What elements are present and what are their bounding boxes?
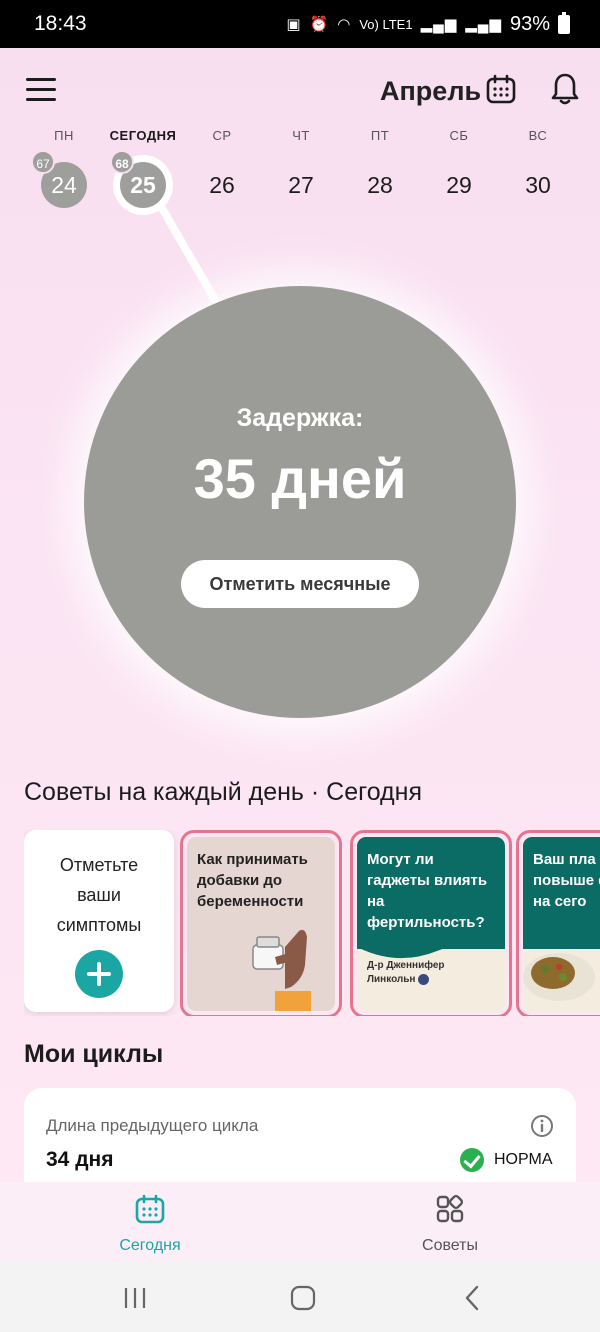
day-number: 25 68 xyxy=(110,150,166,208)
bottom-nav: Сегодня Советы xyxy=(0,1182,600,1262)
notification-icon: ▣ xyxy=(286,16,302,33)
day-sat[interactable]: СБ 29 xyxy=(419,128,499,208)
status-icons: ▣ ⏰ ◠ Vo) LTE1 ▂▄▆ ▂▄▆ 93% xyxy=(286,11,570,36)
wifi-icon: ◠ xyxy=(337,16,352,33)
day-sun[interactable]: ВС 30 xyxy=(498,128,578,208)
day-name: СЕГОДНЯ xyxy=(109,128,177,143)
nav-today[interactable]: Сегодня xyxy=(70,1194,230,1255)
day-number: 30 xyxy=(525,172,551,198)
calendar-icon[interactable] xyxy=(486,74,516,104)
check-icon xyxy=(460,1148,484,1172)
week-strip: ПН 24 67 СЕГОДНЯ 25 68 СР 26 ЧТ 27 ПТ 28… xyxy=(24,128,576,218)
day-mon[interactable]: ПН 24 67 xyxy=(24,128,104,208)
day-number: 28 xyxy=(367,172,393,198)
tip-story-card[interactable]: Могут ли гаджеты влиять на фертильность?… xyxy=(350,830,512,1016)
verified-icon xyxy=(418,973,430,985)
header: Апрель xyxy=(0,48,600,132)
story-title: Как принимать добавки до беременности xyxy=(197,851,308,910)
supplement-hand-illustration xyxy=(252,929,311,1011)
day-name: ВС xyxy=(528,128,548,143)
home-icon[interactable] xyxy=(288,1284,318,1312)
tip-story-card[interactable]: Ваш пла питания повыше фертил на сего xyxy=(516,830,600,1016)
battery-percent: 93% xyxy=(509,12,550,35)
log-period-button[interactable]: Отметить месячные xyxy=(181,560,419,608)
system-navigation xyxy=(0,1262,600,1332)
cycle-day-badge: 67 xyxy=(31,150,55,174)
nav-tips[interactable]: Советы xyxy=(370,1194,530,1255)
day-name: ЧТ xyxy=(292,128,310,143)
alarm-icon: ⏰ xyxy=(309,16,330,33)
day-name: СБ xyxy=(449,128,469,143)
day-number: 26 xyxy=(209,172,235,198)
back-icon[interactable] xyxy=(458,1284,488,1312)
food-illustration xyxy=(523,953,595,1001)
signal-icon-2: ▂▄▆ xyxy=(465,16,502,33)
recents-icon[interactable] xyxy=(120,1284,150,1312)
day-name: ПТ xyxy=(370,128,390,143)
status-bar: 18:43 ▣ ⏰ ◠ Vo) LTE1 ▂▄▆ ▂▄▆ 93% xyxy=(0,0,600,48)
day-number: 24 67 xyxy=(31,150,87,208)
day-today[interactable]: СЕГОДНЯ 25 68 xyxy=(103,128,183,208)
daily-tips-title: Советы на каждый день · Сегодня xyxy=(24,778,422,806)
calendar-icon xyxy=(135,1194,165,1224)
log-symptoms-text: Отметьте ваши симптомы xyxy=(56,855,142,935)
my-cycles-title: Мои циклы xyxy=(24,1040,164,1068)
story-title: Ваш пла питания повыше фертил на сего xyxy=(533,851,600,910)
day-name: ПН xyxy=(54,128,74,143)
day-name: СР xyxy=(212,128,232,143)
cycle-status-badge: НОРМА xyxy=(460,1148,553,1172)
story-title: Могут ли гаджеты влиять на фертильность? xyxy=(367,851,488,931)
day-number: 29 xyxy=(446,172,472,198)
previous-cycle-value: 34 дня xyxy=(46,1148,114,1171)
day-thu[interactable]: ЧТ 27 xyxy=(261,128,341,208)
info-icon[interactable] xyxy=(530,1114,554,1138)
cycle-status-circle: Задержка: 35 дней Отметить месячные xyxy=(84,286,516,718)
add-symptom-button[interactable] xyxy=(75,950,123,998)
day-number: 27 xyxy=(288,172,314,198)
day-fri[interactable]: ПТ 28 xyxy=(340,128,420,208)
menu-icon[interactable] xyxy=(26,78,56,102)
day-wed[interactable]: СР 26 xyxy=(182,128,262,208)
signal-icon: ▂▄▆ xyxy=(420,16,458,33)
battery-icon xyxy=(558,11,570,34)
log-symptoms-card[interactable]: Отметьте ваши симптомы xyxy=(24,830,174,1012)
story-content: Как принимать добавки до беременности xyxy=(187,837,335,1011)
cycle-status-text: НОРМА xyxy=(494,1151,553,1168)
network-label: Vo) LTE1 xyxy=(359,16,413,32)
story-content: Ваш пла питания повыше фертил на сего xyxy=(523,837,600,1011)
story-content: Могут ли гаджеты влиять на фертильность?… xyxy=(357,837,505,1011)
grid-icon xyxy=(436,1194,464,1223)
tip-story-card[interactable]: Как принимать добавки до беременности xyxy=(180,830,342,1016)
story-author: Д-р Дженнифер Линкольн xyxy=(367,960,445,985)
tips-carousel[interactable]: Отметьте ваши симптомы Как принимать доб… xyxy=(24,830,600,1016)
month-label[interactable]: Апрель xyxy=(380,76,481,107)
previous-cycle-label: Длина предыдущего цикла xyxy=(46,1116,259,1135)
cycle-day-badge: 68 xyxy=(110,150,134,174)
bell-icon[interactable] xyxy=(550,72,580,106)
nav-today-label: Сегодня xyxy=(119,1237,181,1254)
nav-tips-label: Советы xyxy=(422,1237,478,1254)
delay-value: 35 дней xyxy=(193,447,407,510)
status-time: 18:43 xyxy=(34,12,87,35)
delay-label: Задержка: xyxy=(236,404,364,432)
